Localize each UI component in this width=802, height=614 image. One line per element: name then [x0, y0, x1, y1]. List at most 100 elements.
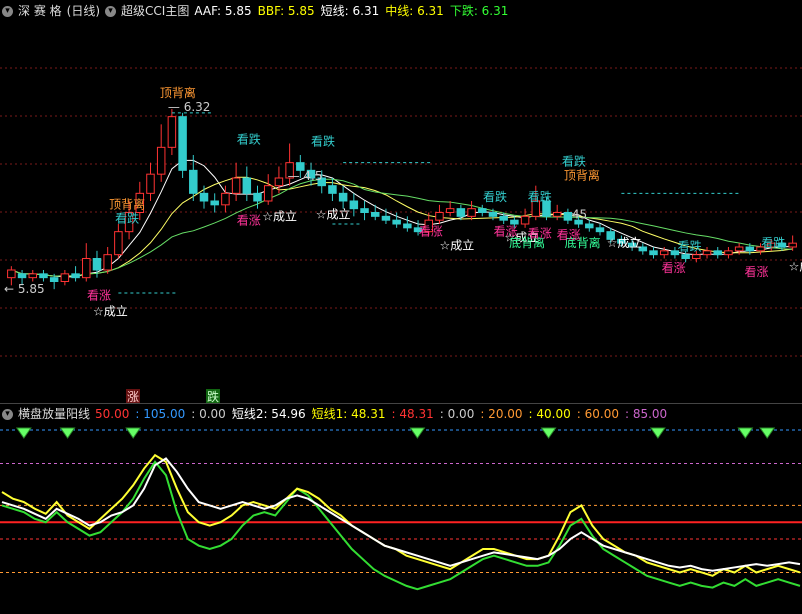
legend-item: : 85.00 — [624, 407, 668, 421]
candle-body — [199, 192, 209, 202]
look-up-label: 看涨 — [237, 212, 261, 227]
candle-body — [338, 192, 348, 202]
indicator-name[interactable]: 超级CCI主图 — [121, 2, 189, 20]
established-label: ☆成立 — [316, 207, 351, 222]
look-down-label: 看跌 — [528, 189, 552, 204]
candle-body — [788, 242, 797, 248]
level-label: — 4.5 — [288, 169, 323, 183]
indicator-menu-icon[interactable]: ▾ — [105, 5, 117, 17]
candle-body — [189, 169, 198, 194]
candle-body — [360, 208, 369, 214]
legend-item: : 105.00 — [135, 407, 186, 421]
signal-diamond-icon — [649, 427, 666, 439]
candle-body — [28, 273, 38, 279]
candle-body — [156, 146, 166, 175]
signal-diamond-icon — [737, 427, 754, 439]
candle-body — [552, 212, 562, 217]
candle-body — [563, 212, 573, 221]
oscillator-chart[interactable] — [0, 424, 802, 612]
candle-body — [456, 208, 466, 217]
look-down-label: 看跌 — [311, 133, 335, 148]
legend-item: 50.00 — [95, 407, 130, 421]
candle-body — [488, 212, 498, 217]
high-price-label: — 6.32 — [168, 100, 211, 114]
top-divergence-label: 顶背离 — [109, 197, 145, 212]
look-up-label: 看涨 — [87, 287, 111, 302]
candle-body — [103, 254, 112, 271]
zhang-tag: 涨 — [127, 389, 139, 404]
candle-body — [39, 273, 48, 279]
signal-diamond-icon — [15, 427, 32, 439]
osc-indicator-name[interactable]: 横盘放量阳线 — [18, 405, 90, 423]
level-label: 45 — [572, 207, 587, 221]
top-divergence-label: 顶背离 — [564, 168, 600, 183]
candle-body — [349, 200, 359, 210]
look-up-label: 看涨 — [662, 260, 686, 275]
candle-body — [328, 185, 337, 194]
established-label: ☆成立 — [607, 235, 642, 250]
legend-item: 短线2: 54.96 — [231, 407, 306, 421]
legend-item: : 60.00 — [576, 407, 619, 421]
candle-body — [659, 250, 669, 256]
candle-body — [231, 177, 241, 194]
candle-body — [403, 223, 412, 229]
candle-body — [435, 212, 444, 221]
candlestick-chart[interactable]: 顶背离— 6.32← 5.85顶背离看跌看涨☆成立看跌看涨 ☆成立— 4.5看跌☆… — [0, 20, 802, 405]
signal-diamond-icon — [409, 427, 426, 439]
look-down-label: 看跌 — [562, 154, 586, 169]
established-label: ☆成立 — [789, 258, 802, 273]
signal-diamond-icon — [759, 427, 776, 439]
candle-body — [71, 273, 80, 279]
candle-body — [381, 215, 391, 221]
low-price-label: ← 5.85 — [4, 282, 45, 296]
osc-green-line — [1, 460, 801, 591]
collapse-icon[interactable]: ▾ — [2, 5, 13, 17]
legend-item: BBF: 5.85 — [257, 4, 315, 18]
chart-period: (日线) — [66, 4, 101, 18]
candle-body — [585, 223, 594, 229]
look-up-label: 看涨 — [528, 226, 552, 241]
look-down-label: 看跌 — [483, 189, 507, 204]
candle-body — [520, 215, 530, 225]
candle-body — [478, 208, 487, 214]
candle-body — [92, 258, 102, 271]
oscillator-header: ▾ 横盘放量阳线 50.00: 105.00: 0.00 短线2: 54.96 短线… — [0, 405, 667, 423]
die-tag: 跌 — [207, 389, 219, 404]
legend-item: : 48.31 — [391, 407, 434, 421]
established-label: ☆成立 — [439, 238, 474, 253]
candle-body — [274, 177, 284, 187]
candle-body — [734, 246, 744, 252]
top-divergence-label: 顶背离 — [160, 85, 196, 100]
candle-body — [370, 212, 380, 217]
candle-body — [692, 254, 701, 260]
signal-diamond-icon — [59, 427, 76, 439]
established-label: ☆成立 — [93, 303, 128, 318]
candle-body — [210, 200, 219, 206]
candle-body — [681, 254, 690, 260]
signal-diamond-icon — [540, 427, 557, 439]
look-up-label: 看涨 — [557, 227, 581, 242]
candle-body — [445, 208, 455, 214]
candle-body — [17, 273, 27, 279]
candle-body — [263, 185, 273, 202]
candle-body — [724, 250, 733, 256]
candle-body — [114, 231, 123, 256]
legend-item: : 20.00 — [480, 407, 523, 421]
candle-body — [595, 227, 605, 233]
main-legends: AAF: 5.85 BBF: 5.85 短线: 6.31 中线: 6.31 下跌: 6.… — [194, 2, 508, 20]
look-down-label: 看跌 — [761, 235, 785, 250]
candle-body — [178, 116, 187, 171]
collapse-icon[interactable]: ▾ — [2, 408, 13, 420]
candle-body — [510, 219, 519, 225]
candle-body — [702, 250, 712, 256]
candle-body — [253, 192, 262, 202]
osc-white-line — [1, 457, 801, 572]
candle-body — [649, 250, 658, 256]
candle-body — [392, 219, 401, 225]
legend-item: 下跌: 6.31 — [449, 4, 509, 18]
candle-body — [60, 273, 70, 282]
legend-item: 中线: 6.31 — [385, 4, 444, 18]
candle-body — [467, 208, 476, 217]
legend-item: : 40.00 — [528, 407, 571, 421]
look-down-label: 看跌 — [115, 211, 139, 226]
